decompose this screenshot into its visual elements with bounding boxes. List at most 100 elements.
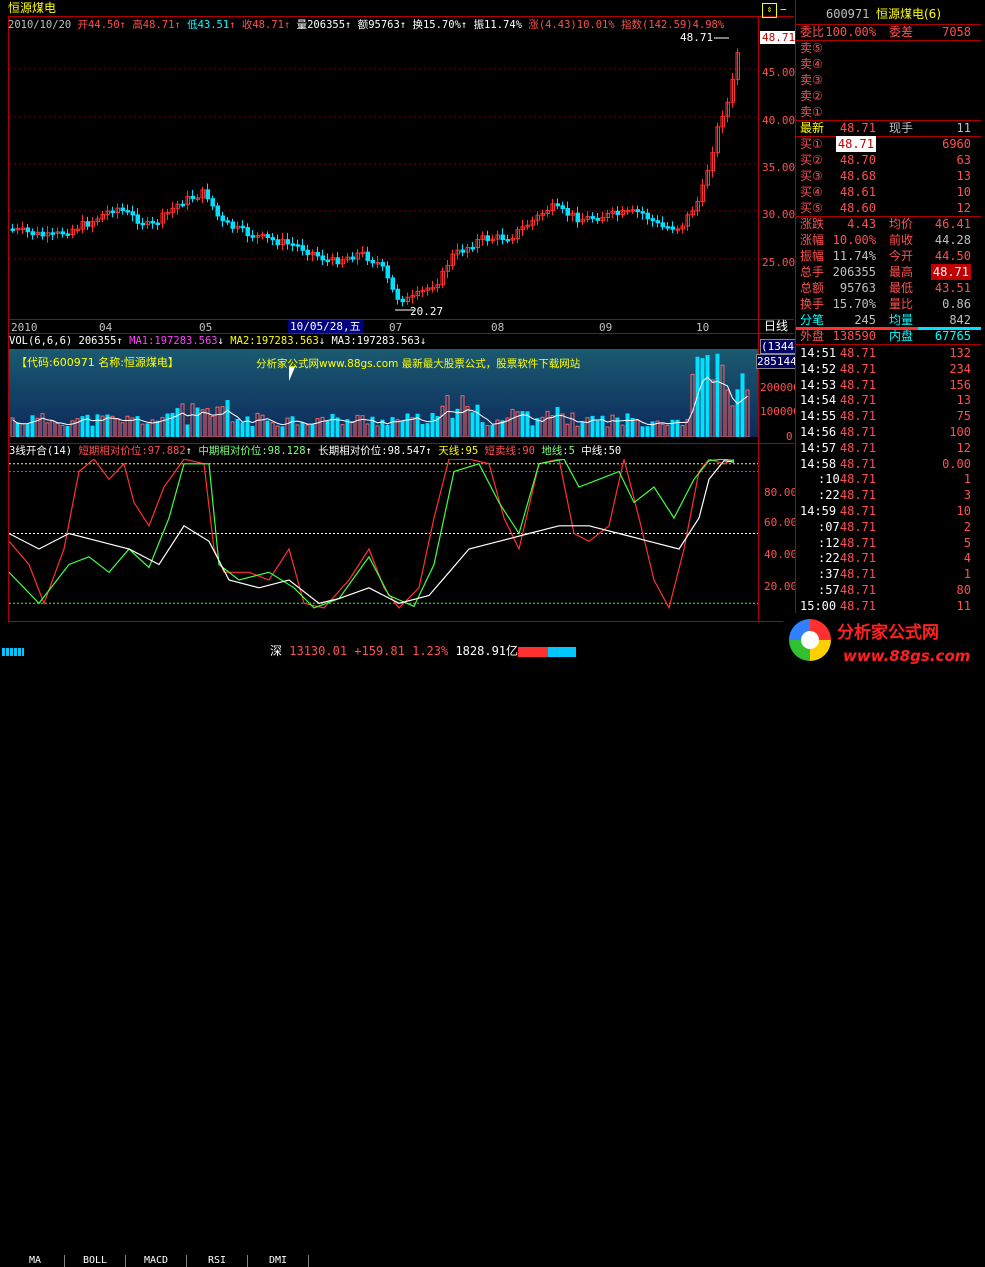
tick-volume: 75 [956,409,971,424]
tick-time: 14:59 [800,504,837,518]
tick-volume: 0.00 [942,456,971,471]
candle-body [575,212,580,223]
tab-macd[interactable]: MACD [126,1255,187,1267]
chart-area[interactable]: 恒源煤电 2010/10/20 开44.50↑ 高48.71↑ 低43.51↑ … [0,0,802,625]
candle-body [590,216,595,219]
volume-bar [475,404,480,437]
side-stat-row: 换手 15.70% 量比 0.86 [800,297,971,311]
volume-bar [15,422,20,437]
tick-price: 48.71 [839,472,876,487]
candle-body [315,252,320,257]
volume-bar [50,420,55,437]
high-price-annotation: 48.71 [680,31,714,44]
candle-body [500,234,505,241]
candle-body [300,245,305,251]
volume-bar [535,418,540,437]
volume-bar [500,420,505,437]
volume-bar [530,425,535,437]
vol-axis-label: 0 [786,430,793,443]
time-axis-cursor: 10/05/28,五 [288,320,363,333]
volume-bar [100,415,105,437]
tick-time: 14:55 [800,409,837,424]
tick-time: :12 [818,535,840,550]
volume-bar [195,407,200,437]
volume-bar [640,426,645,437]
volume-bar [45,422,50,437]
logo-url: www.88gs.com [843,647,971,665]
volume-bar [190,403,195,437]
up-down-icon[interactable]: ⇕ [762,3,777,18]
volume-bar [375,425,380,437]
volume-bar [280,426,285,437]
time-axis-label: 2010 [11,321,38,334]
time-axis-label: 10 [696,321,710,334]
volume-bar [250,425,255,437]
side-sell-row: 卖⑤ [800,41,823,55]
volume-bar [585,417,590,437]
volume-bar [465,406,470,437]
volume-bar [175,408,180,437]
ind-ground: 地线:5 [541,445,575,457]
tick-row: 14:59 48.71 10 [796,503,979,519]
volume-bar [230,421,235,437]
candle-body [155,222,160,226]
vol-ma3: MA3:197283.563 [331,335,420,347]
candle-body [50,232,55,235]
ind-axis-label: 80.00 [764,486,798,499]
volume-bar [395,419,400,437]
candle-body [595,217,600,221]
volume-bar [680,424,685,437]
candle-body [645,212,650,220]
tab-rsi[interactable]: RSI [187,1255,248,1267]
candle-body [30,231,35,236]
volume-bar [325,420,330,437]
candle-body [135,214,140,224]
volume-bar [490,424,495,437]
tab-dmi[interactable]: DMI [248,1255,309,1267]
side-buy-row: 买③ 48.68 13 [800,169,971,183]
candle-body [245,227,250,237]
volume-bar [225,400,230,437]
side-stat-row: 涨跌 4.43 均价 46.41 [800,217,971,231]
tick-list[interactable]: 14:51 48.71 132 14:52 48.71 234 14:53 48.71 156 1… [796,345,981,617]
volume-bar [155,420,160,437]
candle-body [325,259,330,263]
tick-price: 48.71 [839,551,876,566]
candle-body [140,222,145,226]
quote-side-panel: 600971 恒源煤电(6) 委比 100.00% 委差 7058 卖⑤ 卖④ … [795,0,981,625]
tick-row: :57 48.71 80 [796,582,979,598]
volume-bar [555,406,560,437]
volume-bar [30,415,35,437]
candle-body [265,234,270,239]
tab-ma[interactable]: MA [6,1255,65,1267]
volume-bar [40,413,45,437]
ind-middle: 中线:50 [581,445,622,457]
side-sell-row: 卖④ [800,57,823,71]
tick-time: 14:51 [800,346,837,360]
volume-bar [485,425,490,437]
candle-body [25,227,30,233]
tick-price: 48.71 [839,583,876,597]
tick-price: 48.71 [839,377,876,392]
period-label[interactable]: 日线 [764,320,788,333]
volume-bar [690,373,695,437]
volume-bar [330,413,335,437]
price-axis-label: 30.00 [762,208,796,221]
candle-body [665,226,670,229]
candle-body [285,239,290,245]
low-price-annotation: 20.27 [410,305,444,318]
candle-body [295,244,300,247]
tick-row: 14:56 48.71 100 [796,424,979,440]
tick-row: :10 48.71 1 [796,471,979,487]
tick-row: :22 48.71 3 [796,487,979,503]
candle-body [240,225,245,229]
candle-body [655,220,660,224]
candlestick-chart [9,37,758,311]
minus-icon[interactable]: − [780,3,791,16]
ind-axis-label: 20.00 [764,580,798,593]
volume-bar [720,364,725,437]
volume-bar [180,403,185,437]
volume-bar [405,413,410,437]
tab-boll[interactable]: BOLL [65,1255,126,1267]
volume-bar [165,413,170,437]
